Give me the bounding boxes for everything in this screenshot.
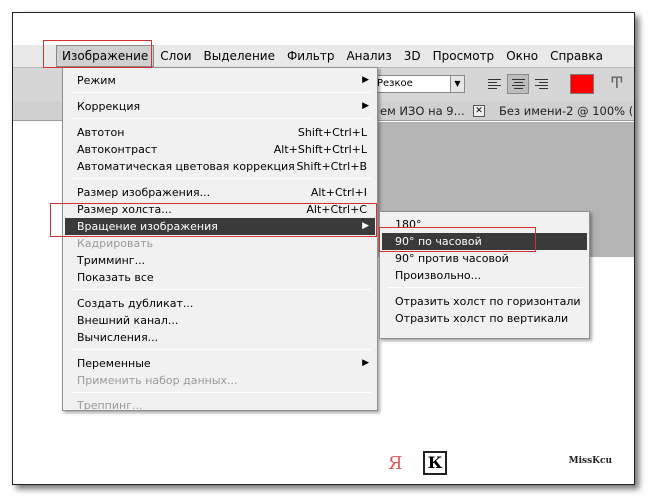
menu-item-auto-tone[interactable]: Автотон Shift+Ctrl+L xyxy=(65,124,375,141)
menu-separator xyxy=(71,392,371,393)
menu-separator xyxy=(388,287,583,288)
align-left-icon[interactable] xyxy=(484,74,506,94)
partial-letter: Я xyxy=(388,453,403,474)
menu-item-auto-color[interactable]: Автоматическая цветовая коррекция Shift+… xyxy=(65,158,375,175)
submenu-arrow-icon: ▶ xyxy=(362,75,369,85)
close-icon[interactable]: ✕ xyxy=(473,105,485,117)
menu-item-auto-contrast[interactable]: Автоконтраст Alt+Shift+Ctrl+L xyxy=(65,141,375,158)
menu-item-calculations[interactable]: Вычисления... xyxy=(65,329,375,346)
submenu-item-flip-horizontal[interactable]: Отразить холст по горизонтали xyxy=(382,293,587,310)
antialias-value: Резкое xyxy=(377,78,413,89)
menu-window[interactable]: Окно xyxy=(500,45,544,67)
menu-item-mode[interactable]: Режим ▶ xyxy=(65,72,375,89)
watermark: MissKcu xyxy=(568,456,612,466)
text-color-swatch[interactable] xyxy=(570,74,594,94)
glyph-box: К xyxy=(423,451,447,475)
antialias-select[interactable]: Резкое ▼ xyxy=(373,75,465,93)
menu-layers[interactable]: Слои xyxy=(154,45,197,67)
menu-item-apply-data-set: Применить набор данных... xyxy=(77,374,238,387)
menu-separator xyxy=(71,92,371,93)
callout-image-rotation xyxy=(50,203,377,237)
menu-item-variables[interactable]: Переменные ▶ xyxy=(65,355,375,372)
menu-analysis[interactable]: Анализ xyxy=(340,45,397,67)
menu-3d[interactable]: 3D xyxy=(398,45,427,67)
menu-item-duplicate[interactable]: Создать дубликат... xyxy=(65,295,375,312)
submenu-item-arbitrary[interactable]: Произвольно... xyxy=(382,267,587,284)
tab-document-2[interactable]: Без имени-2 @ 100% ( xyxy=(495,101,633,121)
menu-item-reveal-all[interactable]: Показать все xyxy=(65,269,375,286)
warp-text-icon[interactable]: Ͳ xyxy=(610,73,624,92)
menu-separator xyxy=(71,178,371,179)
menu-select[interactable]: Выделение xyxy=(198,45,281,67)
screenshot-frame: Изображение Слои Выделение Фильтр Анализ… xyxy=(12,12,635,485)
callout-90-clockwise xyxy=(379,227,536,252)
align-right-icon[interactable] xyxy=(531,74,553,94)
submenu-item-flip-vertical[interactable]: Отразить холст по вертикали xyxy=(382,310,587,327)
menu-filter[interactable]: Фильтр xyxy=(281,45,340,67)
submenu-arrow-icon: ▶ xyxy=(362,358,369,368)
menu-separator xyxy=(71,349,371,350)
submenu-arrow-icon: ▶ xyxy=(362,101,369,111)
menu-item-trap: Треппинг... xyxy=(77,399,143,412)
menu-view[interactable]: Просмотр xyxy=(427,45,501,67)
menu-item-trim[interactable]: Тримминг... xyxy=(65,252,375,269)
tab-document-1[interactable]: ем ИЗО на 9... xyxy=(376,101,465,121)
menu-separator xyxy=(71,289,371,290)
menu-separator xyxy=(71,118,371,119)
chevron-down-icon: ▼ xyxy=(450,76,464,92)
menu-item-adjustments[interactable]: Коррекция ▶ xyxy=(65,98,375,115)
menu-item-crop: Кадрировать xyxy=(77,237,154,250)
callout-image-menu xyxy=(43,40,152,68)
menu-item-image-size[interactable]: Размер изображения... Alt+Ctrl+I xyxy=(65,184,375,201)
menu-item-apply-image[interactable]: Внешний канал... xyxy=(65,312,375,329)
image-menu: Режим ▶ Коррекция ▶ Автотон Shift+Ctrl+L… xyxy=(62,67,378,412)
menu-help[interactable]: Справка xyxy=(544,45,609,67)
submenu-item-90-ccw[interactable]: 90° против часовой xyxy=(382,250,587,267)
align-center-icon[interactable] xyxy=(507,74,529,94)
